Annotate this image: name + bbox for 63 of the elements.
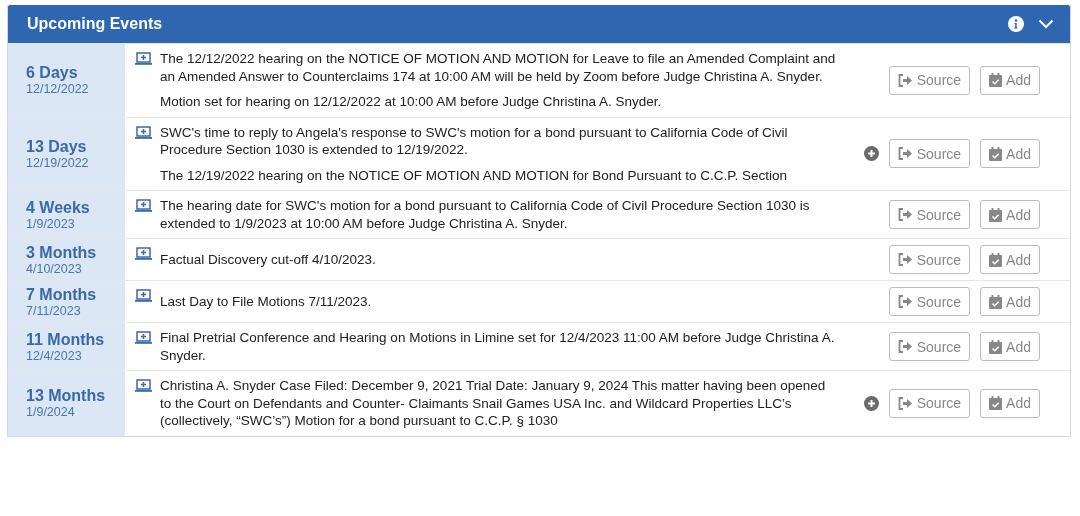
calendar-check-icon [989, 146, 1003, 161]
add-button[interactable]: Add [980, 65, 1040, 95]
calendar-check-icon [989, 396, 1003, 411]
sign-in-icon [897, 253, 913, 266]
add-button[interactable]: Add [980, 388, 1040, 418]
panel-title: Upcoming Events [27, 15, 164, 33]
countdown-label: 13 Days [26, 136, 88, 156]
event-description: The hearing date for SWC's motion for a bond pursuant to California Code of Civil Procedure Section 1030 is extended to 1/9/2023 at 10:00 AM before Judge Christina A. Snyder. [160, 197, 811, 232]
calendar-check-icon [989, 339, 1003, 354]
event-date: 1/9/2023 [26, 216, 76, 232]
event-description: Christina A. Snyder Case Filed: December 9, 2021 Trial Date: January 9, 2024 This matter having been opened to the Court on Defendants and Counter- Claimants Snail Games USA Inc. and Wildcard Properties LLC’s (collectively, “SWC’s”) Motion for a bond pursuant to C.C.P. § 1030 [160, 377, 827, 430]
countdown-label: 11 Months [26, 329, 106, 349]
source-button[interactable]: Source [888, 332, 971, 361]
laptop-icon [135, 289, 152, 302]
sign-in-icon [897, 73, 913, 87]
event-date: 7/11/2023 [26, 303, 82, 319]
calendar-check-icon [989, 207, 1003, 222]
countdown-label: 13 Months [26, 386, 107, 406]
sign-in-icon [897, 396, 913, 410]
laptop-icon [135, 379, 152, 392]
source-button[interactable]: Source [888, 65, 971, 95]
event-description: SWC's time to reply to Angela's response to SWC's motion for a bond pursuant to California Code of Civil Procedure Section 1030 is extended to 12/19/2022. [160, 123, 789, 159]
event-date: 12/12/2022 [26, 82, 90, 98]
sign-in-icon [897, 295, 913, 308]
info-icon[interactable] [1008, 16, 1024, 32]
add-button[interactable]: Add [980, 200, 1040, 229]
sign-in-icon [897, 147, 913, 161]
calendar-check-icon [989, 73, 1003, 88]
event-description: The 12/12/2022 hearing on the NOTICE OF MOTION AND MOTION for Leave to file an Amended Complaint and an Amended Answer to Counterclaims 174 at 10:00 AM will be held by Zoom before Judge Christina A. Snyder. [160, 50, 837, 85]
source-button[interactable]: Source [888, 245, 971, 274]
add-button[interactable]: Add [980, 287, 1040, 316]
event-description: Last Day to File Motions 7/11/2023. [160, 292, 373, 311]
countdown-label: 3 Months [26, 242, 98, 262]
source-button[interactable]: Source [888, 287, 971, 316]
calendar-check-icon [989, 294, 1003, 309]
countdown-label: 7 Months [26, 284, 98, 304]
sign-in-icon [897, 208, 913, 221]
countdown-label: 4 Weeks [26, 197, 91, 217]
event-description: Factual Discovery cut-off 4/10/2023. [160, 250, 377, 269]
add-button[interactable]: Add [980, 139, 1040, 169]
event-description: The 12/19/2022 hearing on the NOTICE OF MOTION AND MOTION for Bond Pursuant to C.C.P. Section [160, 166, 789, 184]
laptop-icon [135, 247, 152, 260]
source-button[interactable]: Source [888, 200, 971, 229]
event-date: 12/19/2022 [26, 155, 90, 171]
add-button[interactable]: Add [980, 332, 1040, 361]
event-description: Motion set for hearing on 12/12/2022 at 10:00 AM before Judge Christina A. Snyder. [160, 93, 663, 111]
calendar-check-icon [989, 252, 1003, 267]
expand-plus-icon[interactable] [863, 395, 879, 411]
event-description: Final Pretrial Conference and Hearing on Motions in Limine set for 12/4/2023 11:00 AM before Judge Christina A. Snyder. [160, 329, 836, 364]
expand-plus-icon[interactable] [863, 146, 879, 162]
laptop-icon [135, 331, 152, 344]
event-date: 4/10/2023 [26, 261, 83, 277]
event-date: 1/9/2024 [26, 405, 76, 421]
add-button[interactable]: Add [980, 245, 1040, 274]
event-date: 12/4/2023 [26, 348, 83, 364]
sign-in-icon [897, 340, 913, 353]
laptop-icon [135, 125, 152, 139]
source-button[interactable]: Source [888, 388, 971, 418]
laptop-icon [135, 199, 152, 212]
chevron-down-icon[interactable] [1038, 19, 1054, 29]
source-button[interactable]: Source [888, 139, 971, 169]
countdown-label: 6 Days [26, 63, 79, 83]
laptop-icon [135, 52, 152, 65]
